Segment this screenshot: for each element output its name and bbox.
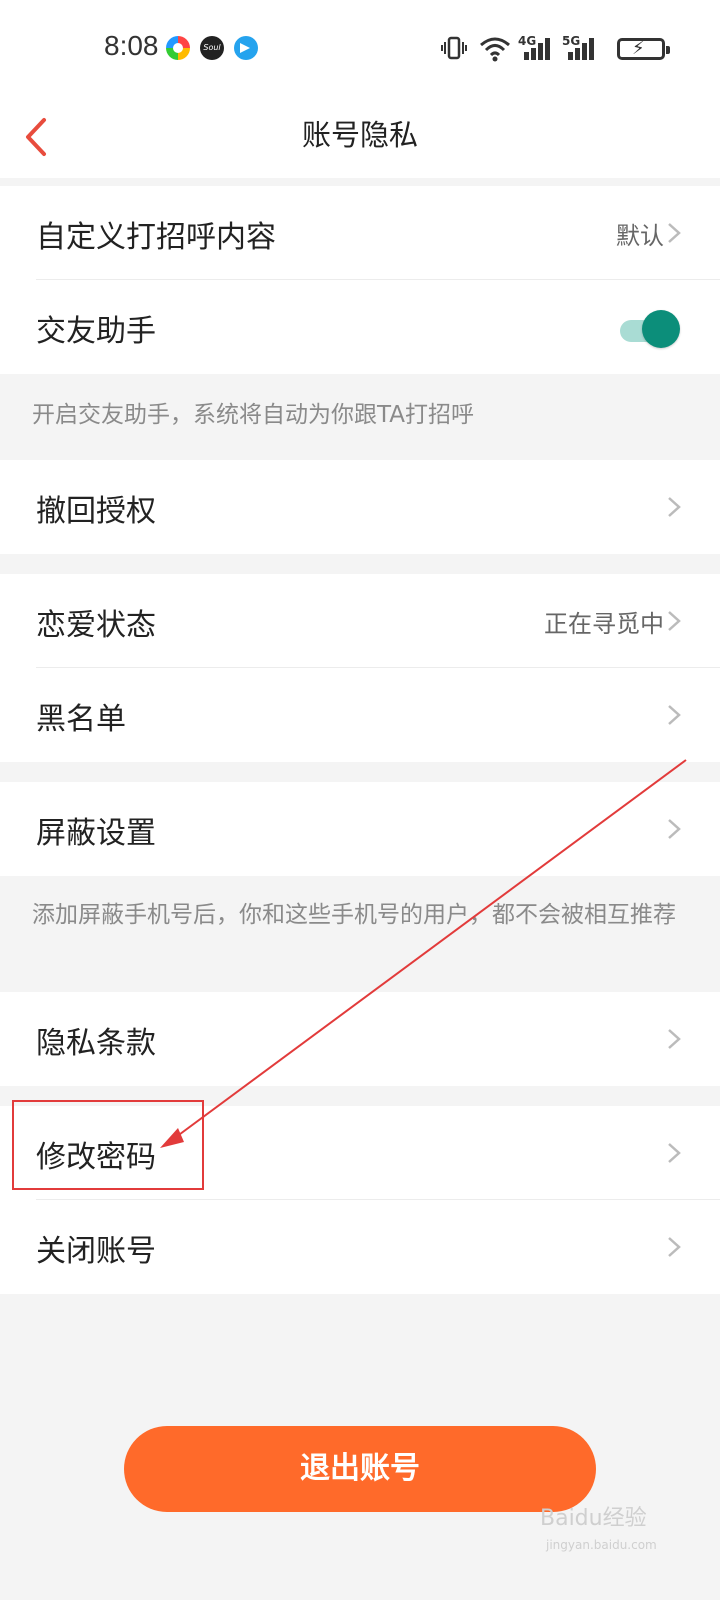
dating-helper-row: 交友助手: [0, 280, 720, 374]
chevron-right-icon: [668, 1237, 681, 1257]
greeting-content-row[interactable]: 自定义打招呼内容 默认: [0, 186, 720, 280]
block-settings-row[interactable]: 屏蔽设置: [0, 782, 720, 876]
charging-bolt-icon: ⚡: [632, 38, 645, 59]
block-settings-note: 添加屏蔽手机号后，你和这些手机号的用户，都不会被相互推荐: [32, 902, 676, 928]
chevron-right-icon: [668, 705, 681, 725]
close-account-label: 关闭账号: [36, 1234, 156, 1269]
privacy-policy-label: 隐私条款: [36, 1026, 156, 1061]
baidu-watermark-url: jingyan.baidu.com: [546, 1538, 657, 1552]
relationship-status-label: 恋爱状态: [36, 608, 156, 643]
relationship-status-row[interactable]: 恋爱状态 正在寻觅中: [0, 574, 720, 668]
wifi-icon: [480, 37, 510, 62]
blacklist-row[interactable]: 黑名单: [0, 668, 720, 762]
status-bar: 8:08 Soul 4G 5G ⚡: [0, 0, 720, 100]
block-settings-label: 屏蔽设置: [36, 816, 156, 851]
colorful-circle-app-icon: [166, 36, 190, 60]
clock: 8:08: [104, 30, 159, 61]
signal-4g-icon: [524, 38, 550, 60]
soul-app-label: Soul: [203, 43, 221, 52]
relationship-status-value: 正在寻觅中: [544, 610, 664, 638]
chevron-right-icon: [668, 1029, 681, 1049]
blue-app-icon: [234, 36, 258, 60]
baidu-watermark: Baidu经验: [540, 1506, 647, 1531]
revoke-authorization-label: 撤回授权: [36, 494, 156, 529]
dating-helper-note: 开启交友助手，系统将自动为你跟TA打招呼: [32, 402, 474, 428]
chevron-right-icon: [668, 497, 681, 517]
chevron-right-icon: [668, 1143, 681, 1163]
chevron-right-icon: [668, 223, 681, 243]
greeting-content-value: 默认: [616, 222, 664, 250]
toggle-knob: [642, 310, 680, 348]
dating-helper-label: 交友助手: [36, 314, 156, 349]
privacy-policy-row[interactable]: 隐私条款: [0, 992, 720, 1086]
vibrate-icon: [441, 36, 467, 60]
chevron-right-icon: [668, 611, 681, 631]
battery-icon: ⚡: [617, 38, 670, 60]
highlight-box-annotation: [12, 1100, 204, 1190]
page-title: 账号隐私: [301, 118, 418, 152]
soul-app-icon: Soul: [200, 36, 224, 60]
close-account-row[interactable]: 关闭账号: [0, 1200, 720, 1294]
dating-helper-toggle[interactable]: [614, 308, 680, 348]
top-nav-bar: 账号隐私: [0, 100, 720, 178]
blacklist-label: 黑名单: [36, 702, 126, 737]
revoke-authorization-row[interactable]: 撤回授权: [0, 460, 720, 554]
chevron-right-icon: [668, 819, 681, 839]
logout-button[interactable]: 退出账号: [124, 1426, 596, 1512]
greeting-content-label: 自定义打招呼内容: [36, 220, 276, 255]
signal-5g-icon: [568, 38, 594, 60]
